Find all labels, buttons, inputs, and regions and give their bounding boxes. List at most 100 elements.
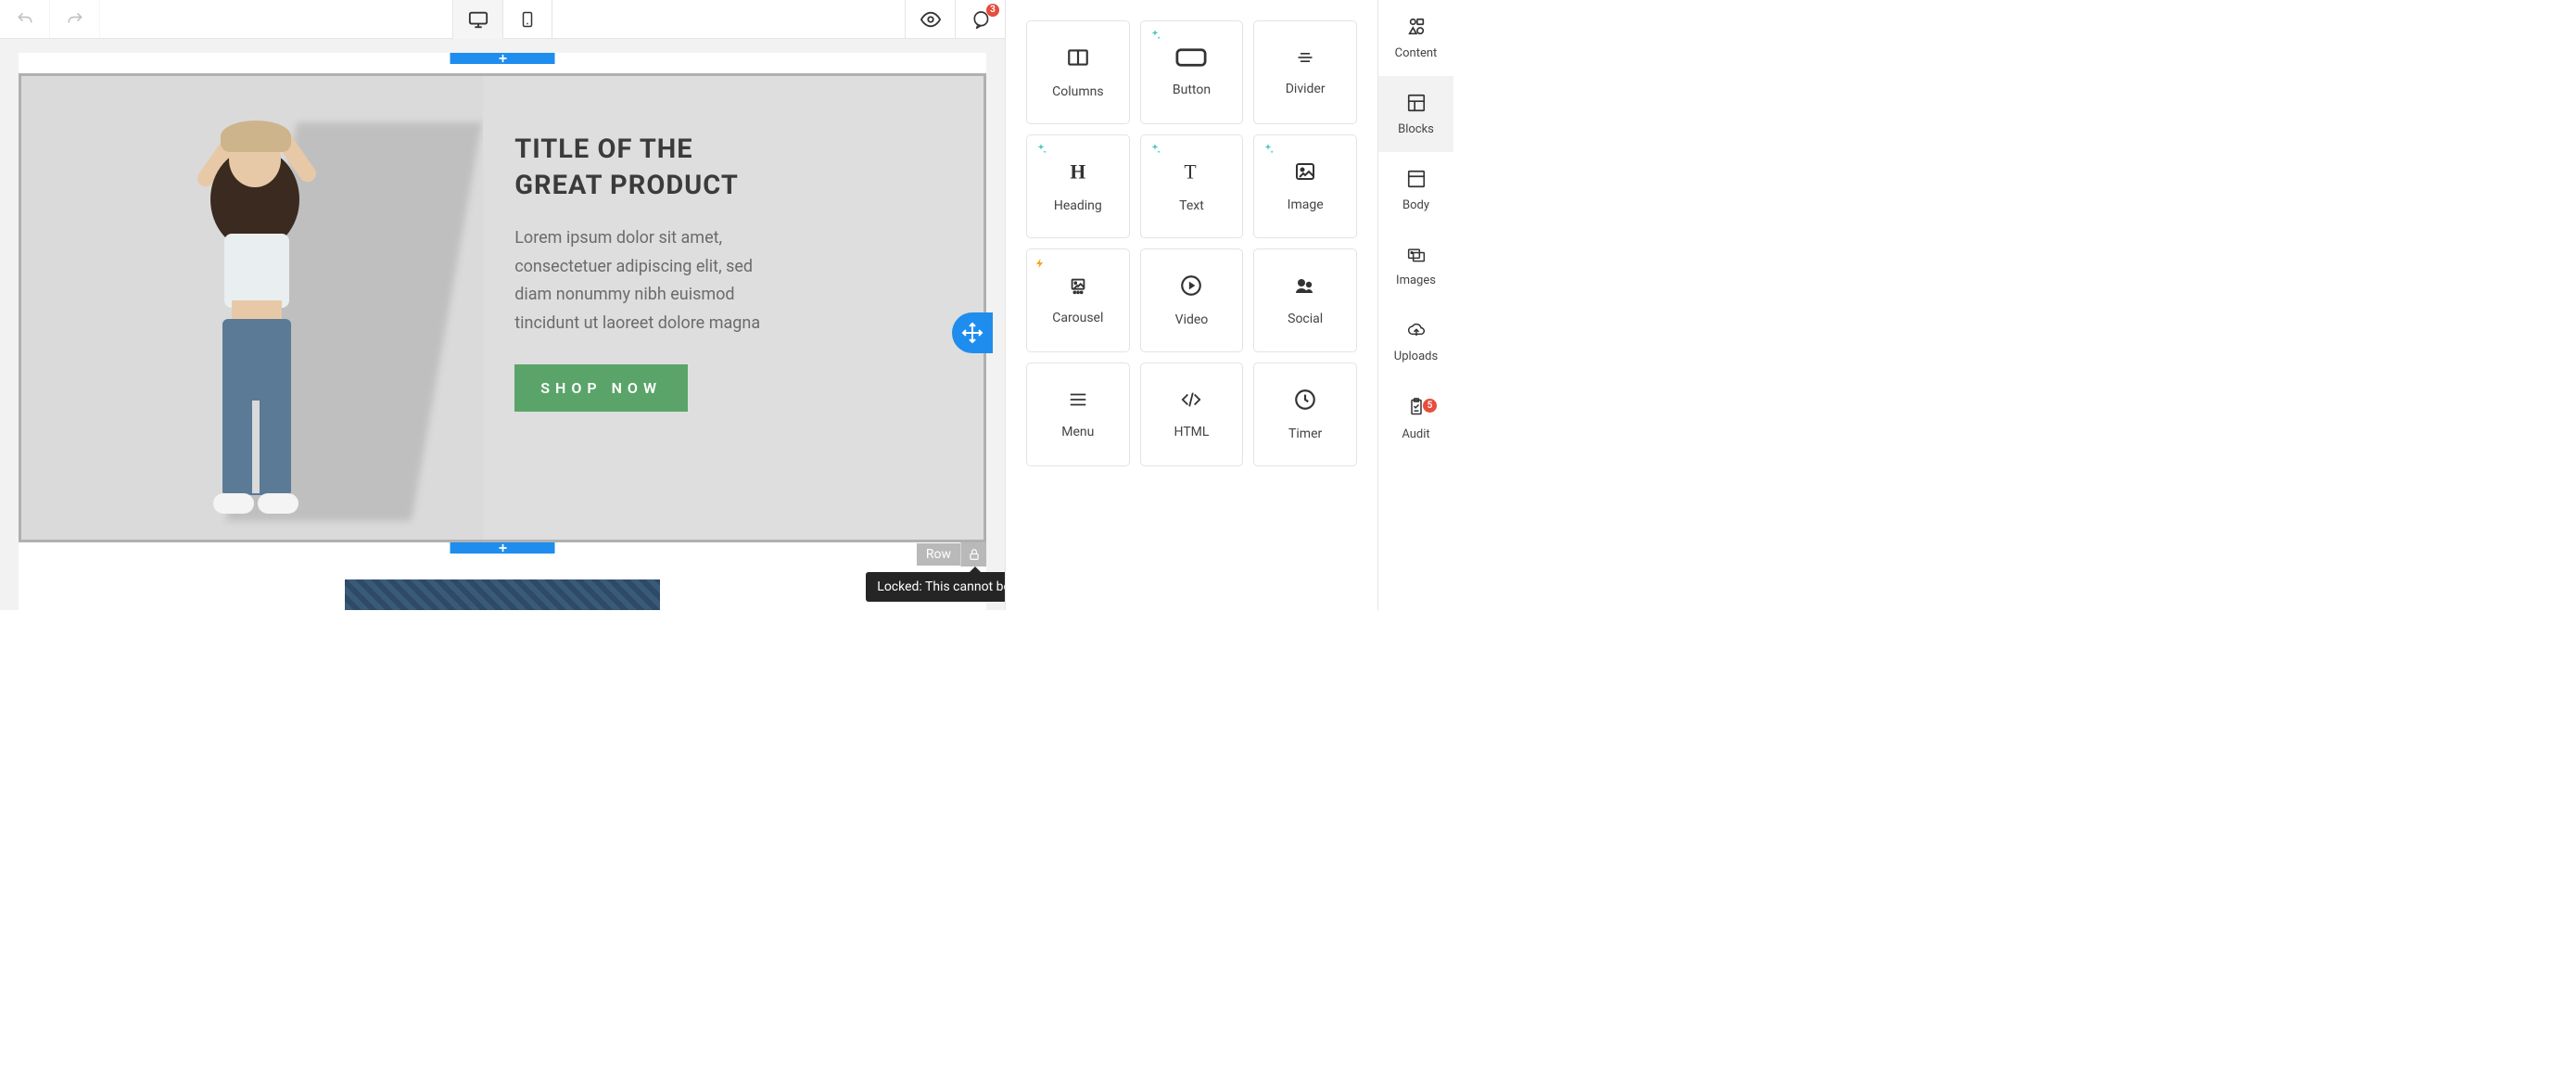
move-icon [961, 322, 983, 344]
social-icon [1291, 274, 1319, 300]
uploads-icon [1406, 322, 1427, 344]
next-row-preview [345, 579, 660, 610]
row-type-label: Row [917, 543, 960, 566]
block-tile-text[interactable]: T Text [1140, 134, 1244, 238]
block-label: Divider [1286, 82, 1326, 96]
tab-images[interactable]: Images [1378, 228, 1453, 304]
redo-button[interactable] [50, 0, 100, 39]
divider-icon [1293, 48, 1317, 70]
ai-spark-icon [1148, 143, 1161, 159]
audit-badge: 5 [1423, 399, 1437, 413]
topbar: 3 [0, 0, 1005, 39]
block-label: Heading [1054, 198, 1102, 213]
row-block[interactable]: TITLE OF THE GREAT PRODUCT Lorem ipsum d… [19, 73, 986, 542]
blocks-icon [1406, 93, 1427, 117]
row-lock-button[interactable] [960, 542, 986, 566]
mobile-view-button[interactable] [502, 0, 552, 39]
ai-spark-icon [1262, 143, 1275, 159]
canvas[interactable]: TITLE OF THE GREAT PRODUCT Lorem ipsum d… [0, 39, 1005, 610]
block-tile-button[interactable]: Button [1140, 20, 1244, 124]
heading-icon: H [1066, 159, 1090, 187]
block-label: Carousel [1052, 311, 1103, 325]
add-section-top-button[interactable] [450, 53, 555, 64]
tab-uploads[interactable]: Uploads [1378, 304, 1453, 380]
block-tile-columns[interactable]: Columns [1026, 20, 1130, 124]
content-icon [1405, 17, 1428, 41]
right-tabs: Content Blocks Body Images Uploads Audit 5 [1377, 0, 1453, 610]
block-tile-menu[interactable]: Menu [1026, 363, 1130, 466]
notification-badge: 3 [986, 4, 999, 17]
block-tile-timer[interactable]: Timer [1253, 363, 1357, 466]
tab-label: Audit [1402, 427, 1429, 441]
text-icon: T [1179, 159, 1203, 187]
notifications-button[interactable]: 3 [955, 0, 1005, 39]
block-tile-html[interactable]: HTML [1140, 363, 1244, 466]
move-handle[interactable] [952, 312, 993, 353]
block-label: Button [1173, 83, 1211, 97]
block-label: Menu [1061, 425, 1094, 439]
timer-icon [1293, 388, 1317, 415]
desktop-view-button[interactable] [452, 0, 502, 39]
title-line-2: GREAT PRODUCT [514, 170, 739, 201]
shop-now-button[interactable]: SHOP NOW [514, 364, 688, 412]
video-icon [1179, 274, 1203, 301]
tab-label: Images [1396, 274, 1436, 287]
preview-button[interactable] [905, 0, 955, 39]
block-label: HTML [1174, 425, 1210, 439]
body-icon [1406, 169, 1427, 193]
block-label: Video [1175, 312, 1209, 327]
image-icon [1293, 160, 1317, 186]
ai-spark-icon [1148, 29, 1161, 45]
carousel-icon [1065, 275, 1091, 299]
block-label: Text [1179, 198, 1204, 213]
block-label: Image [1288, 197, 1324, 212]
bolt-icon [1034, 257, 1046, 274]
menu-icon [1066, 389, 1090, 414]
ai-spark-icon [1034, 143, 1047, 159]
lock-tooltip: Locked: This cannot be edited [866, 572, 1005, 602]
audit-icon [1407, 396, 1426, 422]
images-icon [1405, 246, 1428, 268]
svg-text:T: T [1185, 161, 1197, 184]
block-tile-social[interactable]: Social [1253, 248, 1357, 352]
title-line-1: TITLE OF THE [514, 134, 692, 165]
tab-content[interactable]: Content [1378, 0, 1453, 76]
columns-icon [1064, 45, 1092, 73]
block-tile-video[interactable]: Video [1140, 248, 1244, 352]
tab-label: Content [1395, 46, 1438, 60]
desktop-icon [468, 9, 489, 30]
html-icon [1176, 389, 1206, 414]
tab-audit[interactable]: Audit 5 [1378, 380, 1453, 456]
add-section-bottom-button[interactable] [450, 542, 555, 554]
tab-body[interactable]: Body [1378, 152, 1453, 228]
block-tile-carousel[interactable]: Carousel [1026, 248, 1130, 352]
product-model-image [132, 95, 373, 540]
block-tile-divider[interactable]: Divider [1253, 20, 1357, 124]
mobile-icon [519, 10, 536, 29]
redo-icon [66, 10, 84, 29]
row-tag-group: Row [917, 542, 986, 566]
button-icon [1175, 47, 1207, 71]
svg-text:H: H [1070, 161, 1085, 184]
undo-button[interactable] [0, 0, 50, 39]
editor-main: 3 [0, 0, 1006, 610]
block-tile-image[interactable]: Image [1253, 134, 1357, 238]
row-text-column: TITLE OF THE GREAT PRODUCT Lorem ipsum d… [483, 76, 983, 540]
tab-label: Uploads [1394, 350, 1438, 363]
block-label: Social [1288, 312, 1323, 326]
block-label: Timer [1288, 426, 1322, 441]
row-image-column [21, 76, 483, 540]
block-label: Columns [1052, 84, 1103, 99]
lock-icon [968, 548, 981, 561]
product-description[interactable]: Lorem ipsum dolor sit amet, consectetuer… [514, 224, 783, 337]
blocks-panel: Columns Button Divider H Heading T Text Image Ca… [1006, 0, 1377, 610]
eye-icon [920, 9, 941, 30]
undo-icon [16, 10, 34, 29]
tab-blocks[interactable]: Blocks [1378, 76, 1453, 152]
canvas-body: TITLE OF THE GREAT PRODUCT Lorem ipsum d… [19, 53, 986, 610]
tab-label: Blocks [1398, 122, 1434, 136]
plus-icon [496, 541, 509, 554]
block-tile-heading[interactable]: H Heading [1026, 134, 1130, 238]
product-title[interactable]: TITLE OF THE GREAT PRODUCT [514, 132, 946, 204]
tab-label: Body [1402, 198, 1429, 212]
